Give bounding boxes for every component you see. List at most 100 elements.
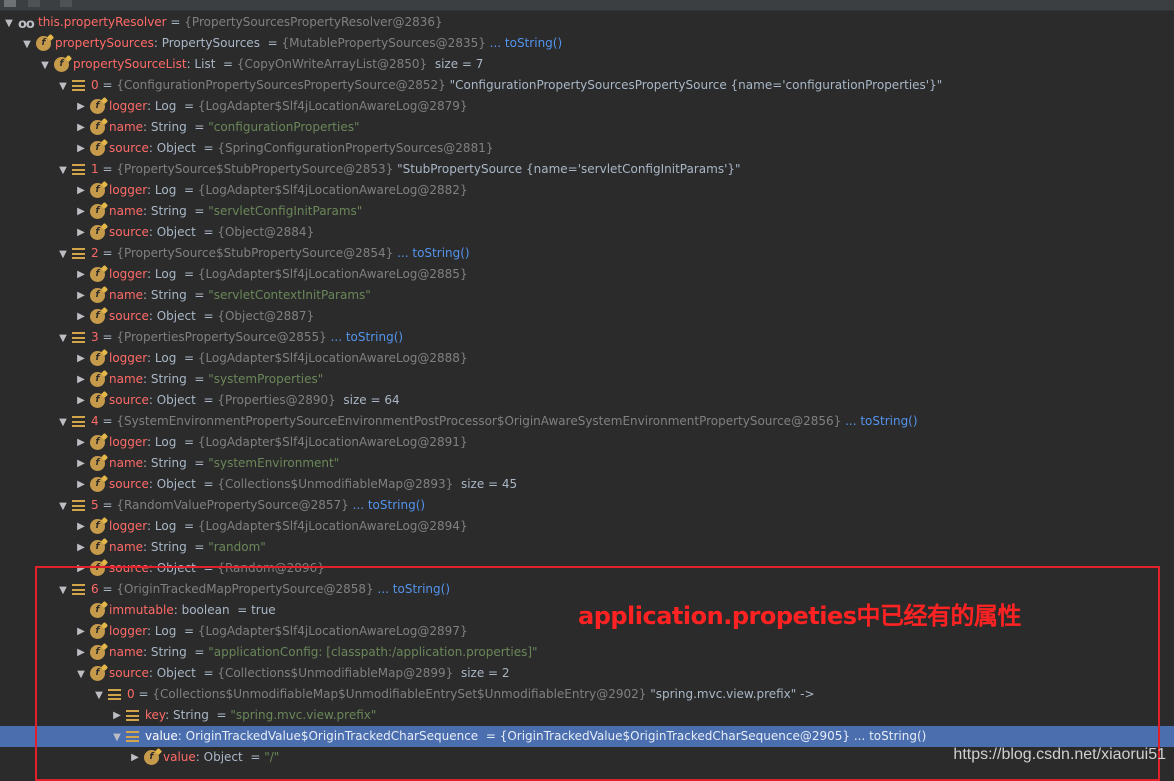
collapsed-arrow-icon[interactable]: ▶ [75, 390, 87, 411]
watch-icon: oo [18, 17, 35, 32]
to-string-link[interactable]: ... toString() [327, 330, 403, 344]
equals-sign: = [98, 78, 117, 92]
expanded-arrow-icon[interactable]: ▼ [39, 55, 51, 76]
collapsed-arrow-icon[interactable]: ▶ [75, 453, 87, 474]
tree-row[interactable]: ▶ f name: String = "servletContextInitPara… [0, 285, 1174, 306]
expanded-arrow-icon[interactable]: ▼ [57, 244, 69, 265]
tree-row[interactable]: ▶ f source: Object = {Properties@2890} siz… [0, 390, 1174, 411]
list-element-icon [72, 332, 85, 343]
tree-row-text: logger: Log = {LogAdapter$Slf4jLocationA… [109, 348, 468, 369]
variable-name: this.propertyResolver [38, 15, 167, 29]
variable-name: source [109, 477, 149, 491]
tree-row-text: 2 = {PropertySource$StubPropertySource@2… [91, 243, 470, 264]
tree-row-text: name: String = "systemEnvironment" [109, 453, 339, 474]
tree-row[interactable]: ▼ 2 = {PropertySource$StubPropertySource@… [0, 243, 1174, 264]
field-icon: f [90, 435, 105, 450]
collapsed-arrow-icon[interactable]: ▶ [75, 369, 87, 390]
collapsed-arrow-icon[interactable]: ▶ [75, 138, 87, 159]
object-reference: {ConfigurationPropertySourcesPropertySou… [116, 78, 446, 92]
variable-name: name [109, 540, 144, 554]
field-icon: f [90, 141, 105, 156]
tree-row[interactable]: ▶ f logger: Log = {LogAdapter$Slf4jLocatio… [0, 432, 1174, 453]
tree-row[interactable]: ▶ f name: String = "systemProperties" [0, 369, 1174, 390]
expanded-arrow-icon[interactable]: ▼ [57, 328, 69, 349]
expanded-arrow-icon[interactable]: ▼ [57, 412, 69, 433]
expanded-arrow-icon[interactable]: ▼ [3, 13, 15, 34]
object-reference: {Properties@2890} [217, 393, 336, 407]
collapsed-arrow-icon[interactable]: ▶ [75, 117, 87, 138]
tree-row[interactable]: ▼ oo this.propertyResolver = {PropertySour… [0, 12, 1174, 33]
back-arrow-icon[interactable] [28, 0, 40, 7]
tree-row[interactable]: ▼ 3 = {PropertiesPropertySource@2855} ...… [0, 327, 1174, 348]
equals-sign: = [98, 246, 117, 260]
variable-name: source [109, 225, 149, 239]
variable-name: 3 [91, 330, 99, 344]
tree-row[interactable]: ▶ f name: String = "servletConfigInitParam… [0, 201, 1174, 222]
equals-sign: = [219, 57, 237, 71]
tree-row[interactable]: ▶ f logger: Log = {LogAdapter$Slf4jLocatio… [0, 264, 1174, 285]
collapsed-arrow-icon[interactable]: ▶ [75, 516, 87, 537]
tree-row[interactable]: ▶ f source: Object = {Collections$Unmodifi… [0, 474, 1174, 495]
collapsed-arrow-icon[interactable]: ▶ [75, 432, 87, 453]
tree-row-text: source: Object = {Object@2887} [109, 306, 314, 327]
tree-row-text: propertySources: PropertySources = {Muta… [55, 33, 562, 54]
field-icon: f [90, 519, 105, 534]
variable-type: : Object [148, 225, 200, 239]
tree-row[interactable]: ▼ 1 = {PropertySource$StubPropertySource@… [0, 159, 1174, 180]
tree-row[interactable]: ▶ f name: String = "configurationPropertie… [0, 117, 1174, 138]
annotation-text: application.propeties中已经有的属性 [578, 602, 1022, 630]
to-string-link[interactable]: ... toString() [393, 246, 469, 260]
collapsed-arrow-icon[interactable]: ▶ [75, 180, 87, 201]
tree-row[interactable]: ▼ 5 = {RandomValuePropertySource@2857} ..… [0, 495, 1174, 516]
tree-row[interactable]: ▶ f logger: Log = {LogAdapter$Slf4jLocatio… [0, 180, 1174, 201]
tree-row[interactable]: ▼ 4 = {SystemEnvironmentPropertySourceEnv… [0, 411, 1174, 432]
collapsed-arrow-icon[interactable]: ▶ [75, 96, 87, 117]
forward-arrow-icon[interactable] [60, 0, 72, 7]
collapsed-arrow-icon[interactable]: ▶ [75, 348, 87, 369]
tree-row[interactable]: ▶ f logger: Log = {LogAdapter$Slf4jLocatio… [0, 348, 1174, 369]
to-string-link[interactable]: ... toString() [349, 498, 425, 512]
variable-name: logger [109, 183, 148, 197]
object-reference: {Object@2887} [217, 309, 315, 323]
tree-row[interactable]: ▼ 0 = {ConfigurationPropertySourcesProper… [0, 75, 1174, 96]
collapsed-arrow-icon[interactable]: ▶ [75, 306, 87, 327]
to-string-link[interactable]: ... toString() [486, 36, 562, 50]
tree-row[interactable]: ▶ f name: String = "systemEnvironment" [0, 453, 1174, 474]
expanded-arrow-icon[interactable]: ▼ [57, 160, 69, 181]
collapsed-arrow-icon[interactable]: ▶ [75, 201, 87, 222]
collapsed-arrow-icon[interactable]: ▶ [75, 285, 87, 306]
tree-row-text: source: Object = {Collections$Unmodifiab… [109, 474, 517, 495]
expanded-arrow-icon[interactable]: ▼ [57, 496, 69, 517]
field-icon: f [90, 120, 105, 135]
equals-sign: = [199, 225, 218, 239]
collapsed-arrow-icon[interactable]: ▶ [75, 474, 87, 495]
variable-name: 2 [91, 246, 99, 260]
object-reference: {RandomValuePropertySource@2857} [116, 498, 349, 512]
tree-row[interactable]: ▶ f source: Object = {Object@2884} [0, 222, 1174, 243]
variable-name: logger [109, 99, 148, 113]
variable-name: propertySources [55, 36, 154, 50]
to-string-link[interactable]: ... toString() [841, 414, 917, 428]
variable-type: : PropertySources [153, 36, 264, 50]
variable-name: logger [109, 435, 148, 449]
collapsed-arrow-icon[interactable]: ▶ [75, 537, 87, 558]
tree-row[interactable]: ▶ f source: Object = {Object@2887} [0, 306, 1174, 327]
equals-sign: = [199, 477, 218, 491]
variable-type: : List [186, 57, 220, 71]
variable-type: : Log [147, 183, 181, 197]
tree-row[interactable]: ▼ f propertySourceList: List = {CopyOnWrit… [0, 54, 1174, 75]
expanded-arrow-icon[interactable]: ▼ [57, 76, 69, 97]
collapsed-arrow-icon[interactable]: ▶ [75, 264, 87, 285]
tree-row[interactable]: ▶ f source: Object = {SpringConfigurationP… [0, 138, 1174, 159]
layout-icon[interactable] [4, 0, 16, 7]
string-value: "random" [208, 540, 266, 554]
tree-row-text: source: Object = {Properties@2890} size … [109, 390, 400, 411]
tree-row[interactable]: ▶ f logger: Log = {LogAdapter$Slf4jLocatio… [0, 516, 1174, 537]
tree-row[interactable]: ▼ f propertySources: PropertySources = {Mu… [0, 33, 1174, 54]
expanded-arrow-icon[interactable]: ▼ [21, 34, 33, 55]
field-icon: f [90, 309, 105, 324]
collapsed-arrow-icon[interactable]: ▶ [75, 222, 87, 243]
tree-row[interactable]: ▶ f name: String = "random" [0, 537, 1174, 558]
tree-row[interactable]: ▶ f logger: Log = {LogAdapter$Slf4jLocatio… [0, 96, 1174, 117]
variable-name: propertySourceList [73, 57, 187, 71]
